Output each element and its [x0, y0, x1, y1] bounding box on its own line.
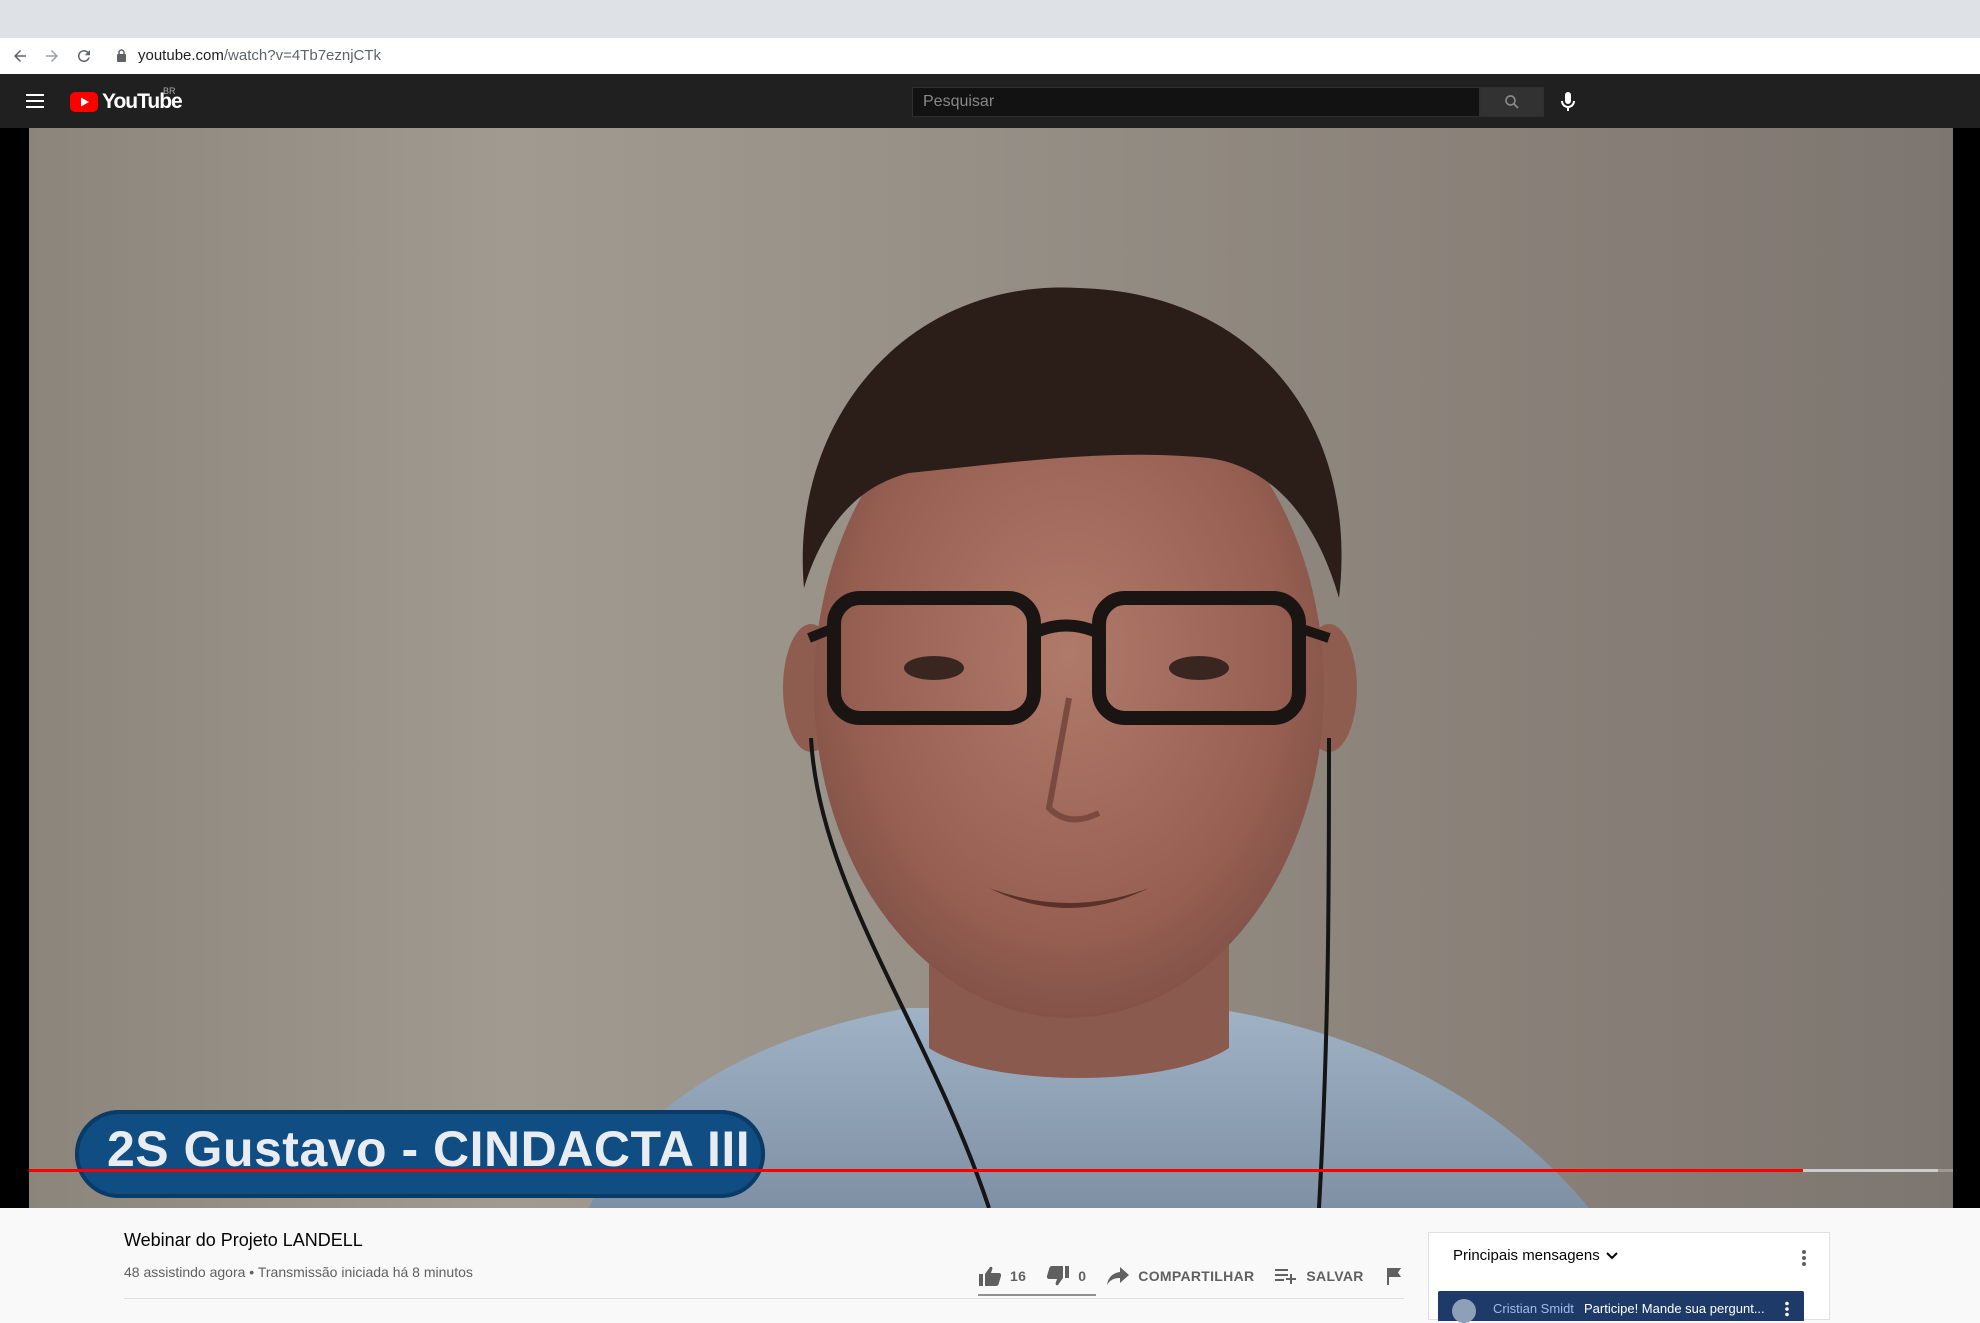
- pinned-more-icon[interactable]: [1784, 1301, 1790, 1322]
- url-path: /watch?v=4Tb7eznjCTk: [223, 47, 382, 64]
- country-code: BR: [163, 86, 176, 96]
- video-meta: 48 assistindo agora • Transmissão inicia…: [124, 1264, 473, 1280]
- report-button[interactable]: [1384, 1266, 1412, 1286]
- video-actions: 16 0 COMPARTILHAR SALVAR: [978, 1256, 1432, 1296]
- flag-icon: [1386, 1268, 1401, 1285]
- speaker-image: [589, 287, 1589, 1208]
- search-button[interactable]: [1480, 87, 1544, 117]
- share-label: COMPARTILHAR: [1138, 1268, 1255, 1284]
- dislike-button[interactable]: 0: [1046, 1265, 1086, 1287]
- chat-mode-dropdown[interactable]: Principais mensagens: [1453, 1247, 1620, 1264]
- live-chat-panel: Principais mensagens Cristian Smidt Part…: [1428, 1232, 1830, 1323]
- microphone-icon[interactable]: [1554, 88, 1582, 116]
- pinned-author: Cristian Smidt: [1493, 1301, 1574, 1316]
- chevron-down-icon: [1606, 1251, 1618, 1259]
- thumb-down-icon: [1047, 1266, 1070, 1286]
- video-title: Webinar do Projeto LANDELL: [124, 1230, 363, 1250]
- browser-tab-strip: [0, 0, 1980, 38]
- video-frame[interactable]: 2S Gustavo - CINDACTA III: [29, 128, 1953, 1208]
- playlist-add-icon: [1275, 1269, 1297, 1284]
- progress-bar[interactable]: [29, 1169, 1953, 1172]
- back-icon[interactable]: [8, 44, 32, 68]
- pinned-message[interactable]: Cristian Smidt Participe! Mande sua perg…: [1438, 1291, 1804, 1323]
- like-count: 16: [1010, 1268, 1027, 1284]
- lower-third-banner: 2S Gustavo - CINDACTA III: [75, 1110, 765, 1198]
- url-text[interactable]: youtube.com/watch?v=4Tb7eznjCTk: [138, 38, 381, 74]
- avatar: [1452, 1299, 1476, 1323]
- youtube-play-icon: [70, 92, 98, 112]
- dislike-count: 0: [1078, 1268, 1087, 1284]
- progress-buffered: [1803, 1169, 1938, 1172]
- chat-more-icon[interactable]: [1801, 1249, 1807, 1272]
- thumb-up-icon: [979, 1266, 1002, 1286]
- save-label: SALVAR: [1306, 1268, 1364, 1284]
- save-button[interactable]: SALVAR: [1274, 1266, 1363, 1286]
- browser-address-bar: youtube.com/watch?v=4Tb7eznjCTk: [0, 38, 1980, 75]
- share-button[interactable]: COMPARTILHAR: [1106, 1266, 1254, 1286]
- pinned-message-text: Participe! Mande sua pergunt...: [1584, 1301, 1765, 1316]
- youtube-header: YouTube BR: [0, 74, 1980, 128]
- search-input[interactable]: [912, 87, 1480, 117]
- share-icon: [1107, 1267, 1130, 1285]
- progress-played: [29, 1169, 1803, 1172]
- sentiment-bar: [978, 1294, 1096, 1296]
- menu-icon[interactable]: [22, 89, 48, 113]
- like-button[interactable]: 16: [978, 1265, 1026, 1287]
- reload-icon[interactable]: [72, 44, 96, 68]
- url-host: youtube.com: [138, 47, 224, 64]
- lock-icon[interactable]: [116, 49, 127, 67]
- chat-title: Principais mensagens: [1453, 1247, 1600, 1264]
- search-icon: [1505, 95, 1519, 109]
- video-player[interactable]: 2S Gustavo - CINDACTA III: [0, 128, 1980, 1208]
- info-divider: [124, 1298, 1404, 1299]
- forward-icon[interactable]: [40, 44, 64, 68]
